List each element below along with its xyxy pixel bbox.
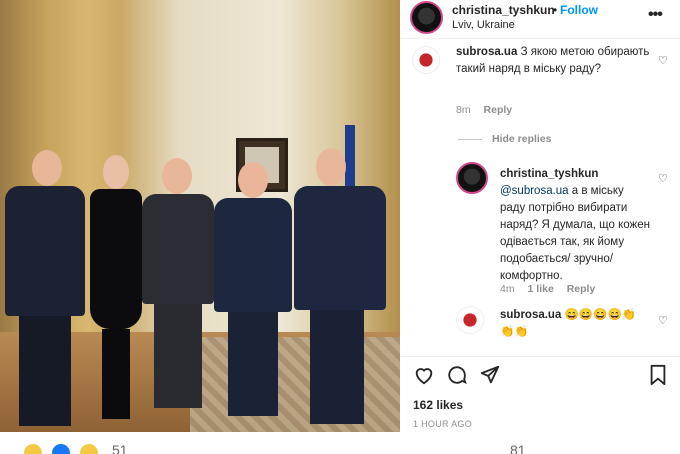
post-time: 1 HOUR AGO: [413, 419, 473, 429]
comment-age: 8m: [456, 104, 471, 116]
comment-username[interactable]: subrosa.ua: [500, 309, 561, 321]
reactions-count[interactable]: 51: [112, 442, 128, 454]
comment-bubble-icon[interactable]: [446, 364, 468, 386]
comment-item: subrosa.ua З якою метою обирають такий н…: [400, 44, 680, 120]
author-username[interactable]: christina_tyshkun: [452, 3, 555, 17]
heart-icon[interactable]: ♡: [658, 54, 668, 67]
like-heart-icon[interactable]: [413, 364, 435, 386]
reply-author-avatar[interactable]: [456, 162, 488, 194]
comments-count[interactable]: 81: [510, 442, 526, 454]
comment-reply-button[interactable]: Reply: [484, 104, 513, 116]
likes-count[interactable]: 162 likes: [413, 398, 463, 412]
post-photo[interactable]: [0, 0, 400, 432]
photo-person-3: [142, 158, 214, 414]
separator-dot: •: [553, 3, 558, 17]
post-header: christina_tyshkun • Follow Lviv, Ukraine…: [400, 0, 680, 39]
reply-username[interactable]: christina_tyshkun: [500, 168, 598, 180]
follow-button[interactable]: Follow: [560, 3, 598, 17]
author-avatar[interactable]: [410, 1, 443, 34]
hide-replies-divider: [458, 139, 482, 140]
hide-replies-button[interactable]: Hide replies: [492, 133, 552, 145]
photo-person-1: [5, 150, 85, 432]
post-actions: [400, 356, 680, 387]
reply-age: 4m: [500, 283, 515, 295]
post-sidebar: christina_tyshkun • Follow Lviv, Ukraine…: [400, 0, 680, 432]
commenter-avatar[interactable]: [412, 46, 440, 74]
wow-reaction-icon: [80, 444, 98, 454]
photo-person-5: [294, 148, 386, 428]
laugh-reaction-icon: [24, 444, 42, 454]
share-send-icon[interactable]: [479, 364, 501, 386]
reply-reply-button[interactable]: Reply: [567, 283, 596, 295]
bottom-reactions-strip: 51 81: [0, 436, 680, 454]
heart-icon[interactable]: ♡: [658, 314, 668, 327]
commenter-avatar[interactable]: [456, 306, 484, 334]
photo-person-4: [214, 162, 292, 422]
bookmark-icon[interactable]: [648, 364, 668, 386]
reply-mention[interactable]: @subrosa.ua: [500, 185, 569, 197]
reply-comment-item: christina_tyshkun @subrosa.ua а в міську…: [400, 162, 680, 298]
comment-username[interactable]: subrosa.ua: [456, 46, 517, 58]
comment-item: subrosa.ua 😄😄😄😄👏 👏👏 ♡: [400, 304, 680, 344]
like-reaction-icon: [52, 444, 70, 454]
reply-text: а в міську раду потрібно вибирати наряд?…: [500, 185, 650, 282]
photo-person-2: [88, 155, 144, 425]
heart-icon[interactable]: ♡: [658, 172, 668, 185]
reply-likes[interactable]: 1 like: [528, 283, 554, 295]
more-horizontal-icon[interactable]: •••: [648, 6, 663, 24]
post-location[interactable]: Lviv, Ukraine: [452, 19, 515, 31]
